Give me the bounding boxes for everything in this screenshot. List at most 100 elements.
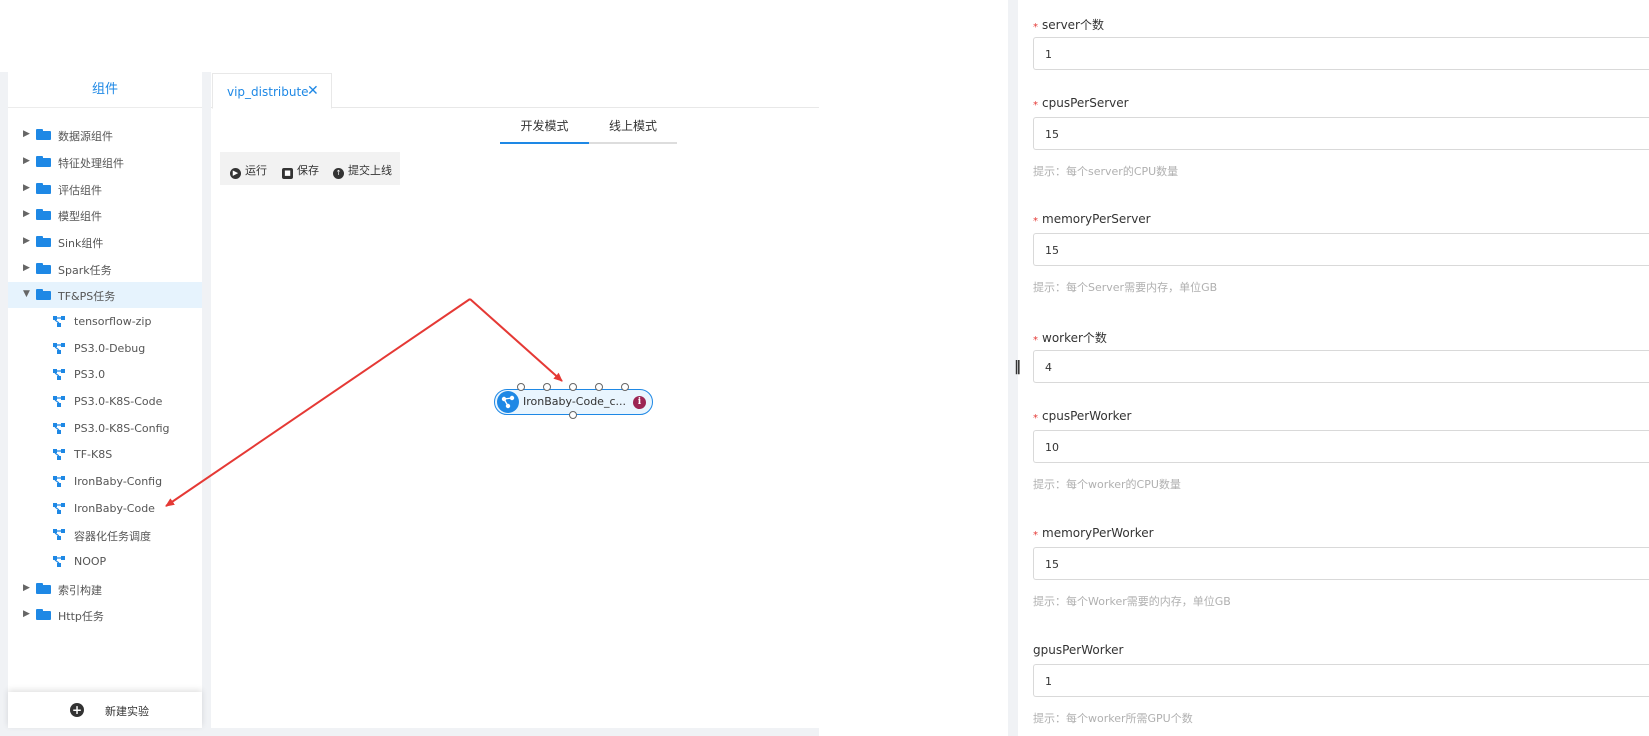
play-icon: ▶ — [230, 168, 241, 179]
tree-item-label: IronBaby-Code — [74, 502, 155, 515]
tree-node-item[interactable]: TF-K8S — [8, 442, 202, 468]
field-label: * cpusPerServer — [1033, 96, 1129, 111]
node-icon — [497, 391, 519, 413]
tab-label: vip_distribute — [227, 85, 309, 99]
caret-right-icon[interactable]: ▶ — [23, 183, 30, 193]
tree-node-item[interactable]: NOOP — [8, 549, 202, 575]
node-input-port[interactable] — [595, 383, 603, 391]
tree-node-item[interactable]: PS3.0-Debug — [8, 336, 202, 362]
field-input[interactable]: 1 — [1033, 37, 1649, 70]
field-input[interactable]: 4 — [1033, 350, 1649, 383]
tree-item-label: 数据源组件 — [58, 130, 113, 143]
tree-folder-item[interactable]: ▶ 特征处理组件 — [8, 149, 202, 175]
tree-folder-item[interactable]: ▶ Spark任务 — [8, 256, 202, 282]
save-icon: ■ — [282, 168, 293, 179]
mode-tab-dev[interactable]: 开发模式 — [500, 112, 589, 144]
tree-item-label: TF-K8S — [74, 448, 113, 461]
field-label: * memoryPerServer — [1033, 212, 1151, 227]
tree-node-item[interactable]: 容器化任务调度 — [8, 522, 202, 548]
tree-folder-item[interactable]: ▶ Sink组件 — [8, 229, 202, 255]
tree-item-label: IronBaby-Config — [74, 475, 163, 488]
caret-down-icon[interactable]: ▼ — [23, 289, 30, 299]
tree-item-label: 特征处理组件 — [58, 157, 124, 170]
tree-item-label: Sink组件 — [58, 237, 104, 250]
drag-handle-icon[interactable]: ‖ — [1014, 359, 1021, 375]
folder-icon — [36, 263, 51, 274]
field-input[interactable]: 15 — [1033, 547, 1649, 580]
mode-tab-online[interactable]: 线上模式 — [589, 112, 677, 144]
caret-right-icon[interactable]: ▶ — [23, 263, 30, 273]
field-hint: 提示：每个server的CPU数量 — [1033, 165, 1179, 178]
caret-right-icon[interactable]: ▶ — [23, 156, 30, 166]
node-icon — [52, 395, 66, 408]
tree-folder-item[interactable]: ▶ 评估组件 — [8, 176, 202, 202]
tree-node-item[interactable]: IronBaby-Code — [8, 496, 202, 522]
folder-open-icon — [36, 289, 51, 300]
tree-item-label: PS3.0-K8S-Code — [74, 395, 163, 408]
field-label-text: memoryPerServer — [1042, 212, 1151, 226]
tree-item-label: Http任务 — [58, 610, 104, 623]
tree-item-label: 索引构建 — [58, 584, 102, 597]
field-input[interactable]: 1 — [1033, 664, 1649, 697]
caret-right-icon[interactable]: ▶ — [23, 236, 30, 246]
tree-item-label: PS3.0-K8S-Config — [74, 422, 170, 435]
node-input-port[interactable] — [621, 383, 629, 391]
component-panel-title: 组件 — [8, 72, 202, 108]
caret-right-icon[interactable]: ▶ — [23, 583, 30, 593]
tree-folder-item[interactable]: ▶ 模型组件 — [8, 202, 202, 228]
field-label: gpusPerWorker — [1033, 643, 1124, 657]
new-experiment-button[interactable]: + 新建实验 — [8, 692, 202, 728]
field-label-text: memoryPerWorker — [1042, 526, 1154, 540]
tree-folder-item[interactable]: ▶ 索引构建 — [8, 576, 202, 602]
tree-node-item[interactable]: PS3.0 — [8, 362, 202, 388]
field-input[interactable]: 15 — [1033, 233, 1649, 266]
caret-right-icon[interactable]: ▶ — [23, 609, 30, 619]
node-input-port[interactable] — [569, 383, 577, 391]
tree-node-item[interactable]: tensorflow-zip — [8, 309, 202, 335]
required-marker: * — [1033, 100, 1038, 111]
tree-node-item[interactable]: PS3.0-K8S-Code — [8, 389, 202, 415]
tree-folder-item[interactable]: ▶ Http任务 — [8, 602, 202, 628]
field-input[interactable]: 10 — [1033, 430, 1649, 463]
field-label: * worker个数 — [1033, 329, 1107, 346]
node-icon — [52, 368, 66, 381]
node-icon — [52, 422, 66, 435]
node-icon — [52, 502, 66, 515]
editor-toolbar: ▶ 运行 ■ 保存 ↑ 提交上线 — [220, 152, 400, 185]
submit-label: 提交上线 — [348, 164, 392, 177]
info-icon[interactable]: i — [633, 396, 646, 409]
save-label: 保存 — [297, 164, 319, 177]
field-label: * memoryPerWorker — [1033, 526, 1154, 541]
run-button[interactable]: ▶ 运行 — [230, 162, 267, 179]
submit-online-button[interactable]: ↑ 提交上线 — [333, 162, 392, 179]
tree-node-item[interactable]: IronBaby-Config — [8, 469, 202, 495]
caret-right-icon[interactable]: ▶ — [23, 129, 30, 139]
save-button[interactable]: ■ 保存 — [282, 162, 319, 179]
tree-folder-item[interactable]: ▶ 数据源组件 — [8, 122, 202, 148]
field-hint: 提示：每个worker的CPU数量 — [1033, 478, 1181, 491]
required-marker: * — [1033, 335, 1038, 346]
required-marker: * — [1033, 530, 1038, 541]
folder-icon — [36, 129, 51, 140]
tree-item-label: 评估组件 — [58, 184, 102, 197]
tree-item-label: 模型组件 — [58, 210, 102, 223]
tab-vip-distribute[interactable]: vip_distribute ✕ — [212, 73, 332, 109]
tree-item-label: Spark任务 — [58, 264, 112, 277]
close-icon[interactable]: ✕ — [307, 83, 319, 99]
caret-right-icon[interactable]: ▶ — [23, 209, 30, 219]
folder-icon — [36, 583, 51, 594]
new-experiment-label: 新建实验 — [105, 705, 149, 718]
field-input[interactable]: 15 — [1033, 117, 1649, 150]
node-input-port[interactable] — [543, 383, 551, 391]
field-hint: 提示：每个Worker需要的内存，单位GB — [1033, 595, 1231, 608]
tree-folder-item[interactable]: ▼ TF&PS任务 — [8, 282, 202, 308]
plus-circle-icon: + — [70, 703, 84, 717]
tree-item-label: TF&PS任务 — [58, 290, 116, 303]
folder-icon — [36, 156, 51, 167]
tree-item-label: PS3.0-Debug — [74, 342, 146, 355]
node-output-port[interactable] — [569, 411, 577, 419]
node-input-port[interactable] — [517, 383, 525, 391]
node-icon — [52, 315, 66, 328]
field-hint: 提示：每个worker所需GPU个数 — [1033, 712, 1193, 725]
tree-node-item[interactable]: PS3.0-K8S-Config — [8, 416, 202, 442]
